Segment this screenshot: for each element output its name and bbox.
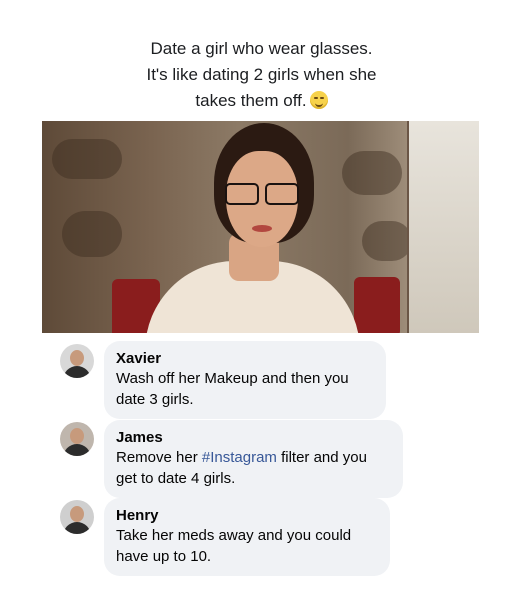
grimace-emoji-icon	[309, 91, 328, 109]
comment-text-line-1: Wash off her Makeup and then you	[116, 370, 349, 387]
comment-bubble: James Remove her #Instagram filter and y…	[104, 420, 403, 498]
caption-line-3-wrap: takes them off.	[0, 88, 523, 114]
comment-text-line-2: get to date 4 girls.	[116, 470, 236, 487]
comment-text-prefix: Remove her	[116, 449, 202, 466]
comment-author[interactable]: Xavier	[116, 349, 374, 368]
comment-author[interactable]: James	[116, 428, 391, 447]
caption-line-1: Date a girl who wear glasses.	[150, 39, 373, 58]
caption-line-2: It's like dating 2 girls when she	[146, 65, 377, 84]
comment-author[interactable]: Henry	[116, 506, 378, 525]
caption-line-3: takes them off.	[195, 91, 307, 110]
post-photo[interactable]	[42, 121, 479, 333]
post-caption: Date a girl who wear glasses. It's like …	[0, 36, 523, 114]
avatar[interactable]	[60, 344, 94, 378]
comment-text-line-1: Take her meds away and you could	[116, 527, 352, 544]
comment-text-line-2: have up to 10.	[116, 548, 212, 565]
comment-text-line-1: Remove her #Instagram filter and you	[116, 447, 391, 468]
avatar[interactable]	[60, 500, 94, 534]
hashtag-link[interactable]: #Instagram	[202, 449, 277, 466]
comment-bubble: Henry Take her meds away and you could h…	[104, 498, 390, 576]
comment-text-line-2: date 3 girls.	[116, 391, 194, 408]
avatar[interactable]	[60, 422, 94, 456]
comment-bubble: Xavier Wash off her Makeup and then you …	[104, 341, 386, 419]
comment-text-suffix: filter and you	[276, 449, 367, 466]
